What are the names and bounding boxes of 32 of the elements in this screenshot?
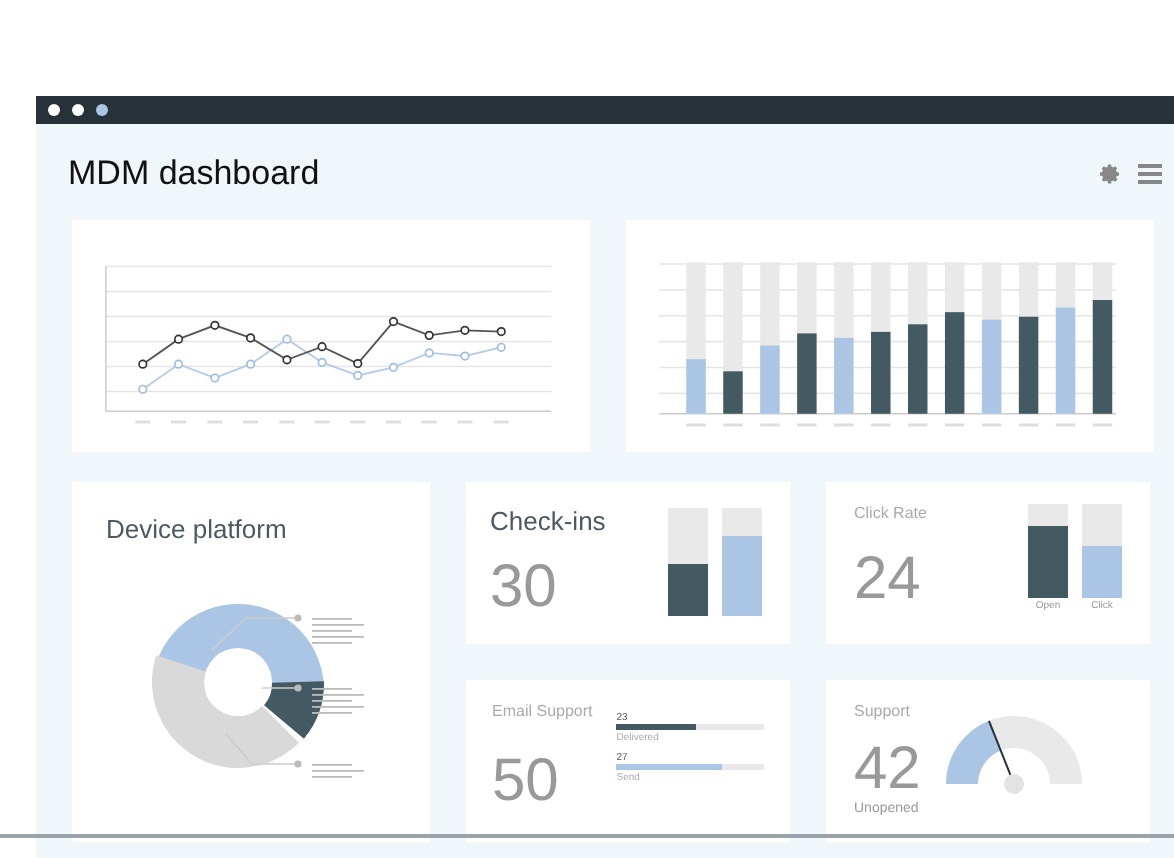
card-title: Device platform — [106, 512, 289, 548]
window-title: MDM dashboard — [68, 152, 320, 197]
card-title: Support — [854, 700, 913, 724]
chart-point — [138, 359, 148, 369]
chart-point — [496, 342, 506, 352]
chart-point — [317, 342, 327, 352]
card-title: Check-ins — [490, 504, 606, 540]
chart-point — [138, 384, 148, 394]
chart-point — [460, 325, 470, 335]
chart-point — [496, 327, 506, 337]
settings-icon[interactable] — [1098, 162, 1122, 186]
chart-point — [210, 320, 220, 330]
chart-point — [424, 348, 434, 358]
chart-point — [246, 359, 256, 369]
chart-point — [460, 351, 470, 361]
chart-point — [173, 359, 184, 369]
chart-point — [282, 334, 292, 344]
chart-point — [388, 362, 399, 372]
chart-point — [424, 330, 434, 340]
menu-icon[interactable] — [1138, 162, 1162, 186]
metric-value: 42 — [854, 740, 921, 800]
card-title: Email Support — [492, 700, 593, 724]
chart-point — [246, 333, 256, 343]
chart-point — [388, 317, 399, 327]
metric-value: 30 — [490, 557, 559, 617]
chart-point — [210, 373, 220, 383]
chart-point — [173, 334, 184, 344]
metric-value: 24 — [854, 550, 923, 610]
metric-value: 50 — [492, 752, 561, 812]
card-title: Click Rate — [854, 502, 927, 526]
chart-point — [282, 355, 292, 365]
chart-point — [317, 357, 327, 367]
